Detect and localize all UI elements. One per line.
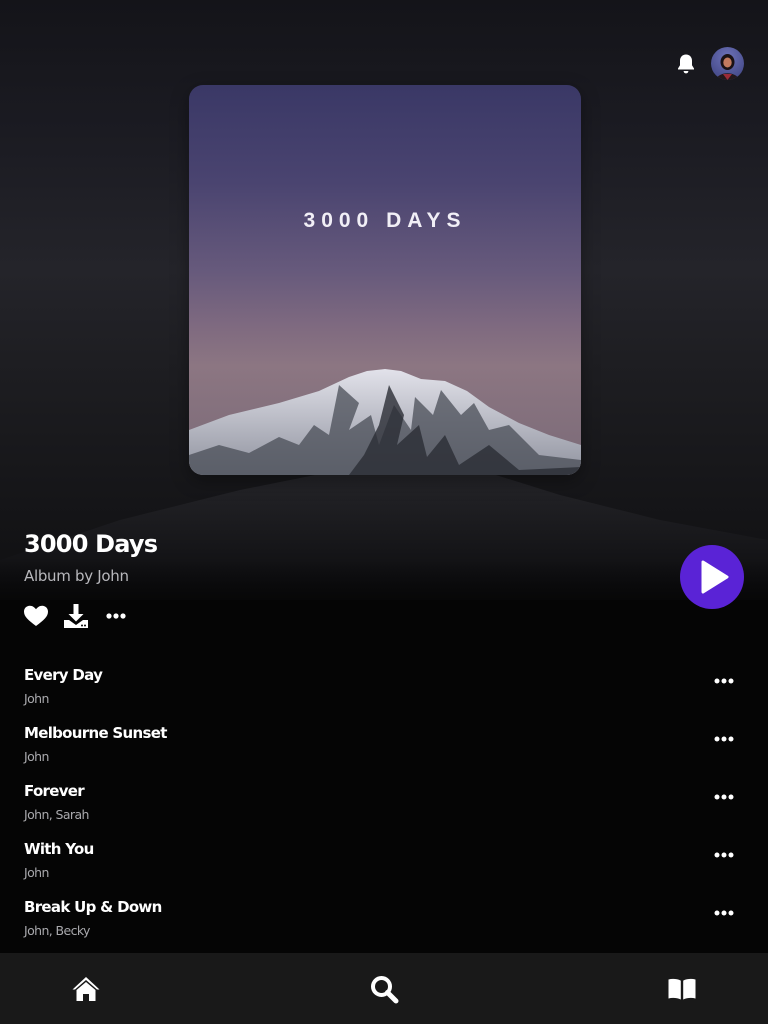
track-artists: John, Sarah: [24, 807, 89, 822]
library-book-icon[interactable]: [666, 973, 698, 1005]
play-button[interactable]: [680, 545, 744, 609]
track-title: Melbourne Sunset: [24, 724, 167, 742]
search-icon[interactable]: [368, 973, 400, 1005]
cover-title-text: 3000 DAYS: [303, 209, 467, 232]
track-more-icon[interactable]: [710, 899, 738, 927]
home-icon[interactable]: [70, 973, 102, 1005]
track-title: Forever: [24, 782, 85, 800]
track-row[interactable]: Break Up & Down John, Becky: [0, 893, 768, 951]
track-more-icon[interactable]: [710, 783, 738, 811]
download-icon[interactable]: [62, 602, 90, 630]
avatar[interactable]: [711, 47, 744, 80]
album-title: 3000 Days: [24, 530, 158, 558]
track-row[interactable]: With You John: [0, 835, 768, 893]
track-artists: John: [24, 691, 49, 706]
track-artists: John: [24, 865, 49, 880]
album-subtitle: Album by John: [24, 567, 129, 585]
track-more-icon[interactable]: [710, 667, 738, 695]
track-title: Break Up & Down: [24, 898, 162, 916]
track-row[interactable]: Melbourne Sunset John: [0, 719, 768, 777]
track-more-icon[interactable]: [710, 725, 738, 753]
track-artists: John, Becky: [24, 923, 90, 938]
bell-icon[interactable]: [674, 52, 698, 76]
track-title: Every Day: [24, 666, 103, 684]
album-cover-art: 3000 DAYS: [189, 85, 581, 475]
track-row[interactable]: Forever John, Sarah: [0, 777, 768, 835]
heart-icon[interactable]: [22, 602, 50, 630]
more-horizontal-icon[interactable]: [102, 602, 130, 630]
track-title: With You: [24, 840, 94, 858]
track-artists: John: [24, 749, 49, 764]
track-more-icon[interactable]: [710, 841, 738, 869]
bottom-navigation-bar: [0, 953, 768, 1024]
track-row[interactable]: Every Day John: [0, 661, 768, 719]
play-icon: [701, 560, 729, 594]
